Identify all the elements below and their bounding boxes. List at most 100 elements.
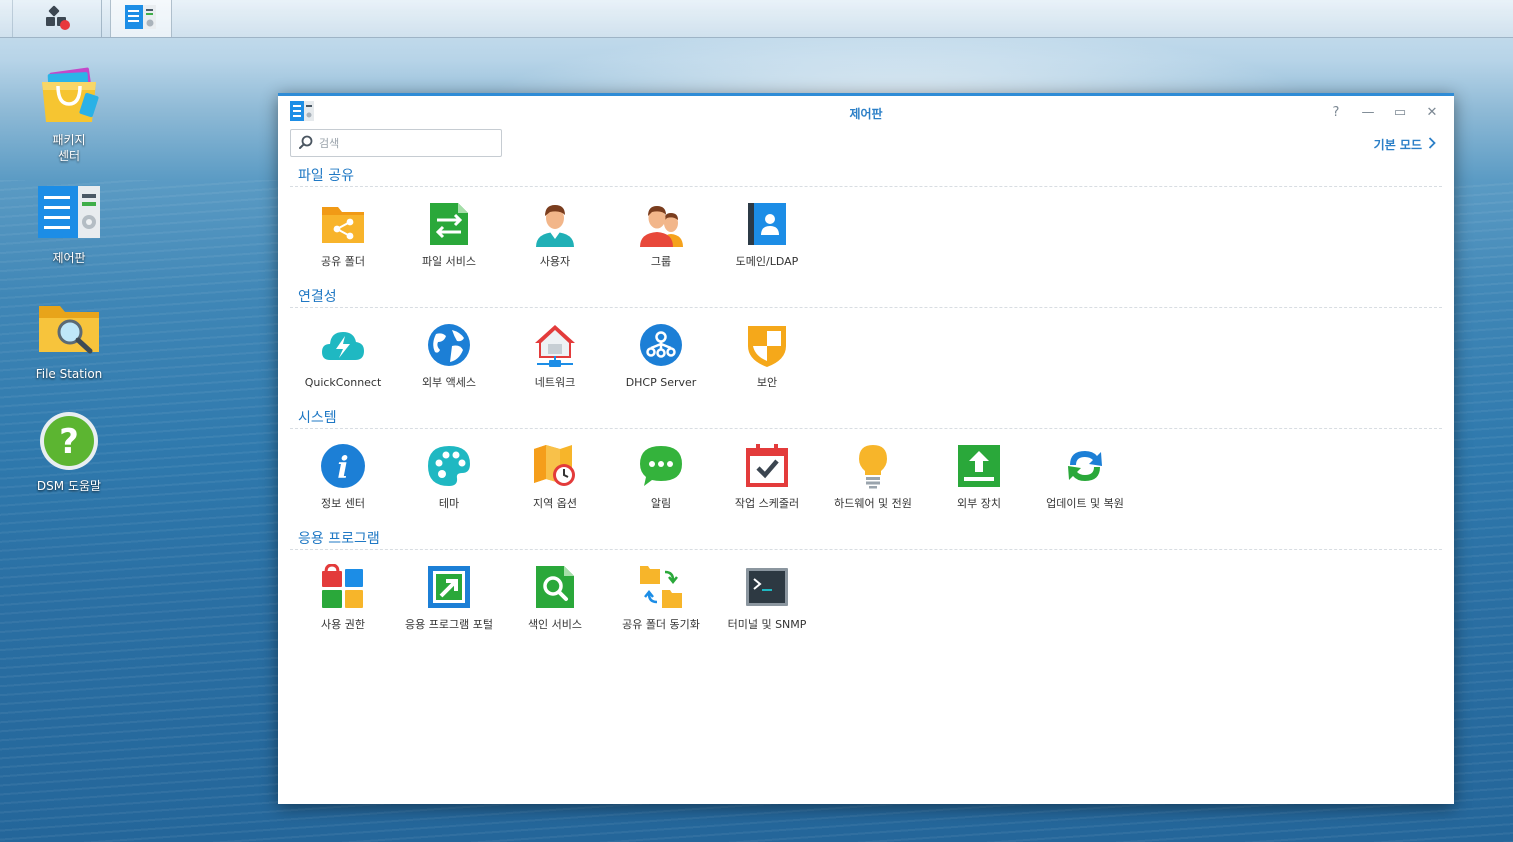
taskbar-control-panel-button[interactable] [110,0,172,37]
minimize-button[interactable]: — [1358,102,1378,122]
section-title: 파일 공유 [290,167,1442,187]
item-label: 색인 서비스 [527,618,583,631]
task-scheduler-icon [714,443,820,489]
item-label: DHCP Server [625,376,697,389]
item-label: 외부 장치 [957,497,1001,510]
item-label: 공유 폴더 동기화 [622,618,700,631]
control-panel-icon [36,182,102,248]
application-portal-icon [396,564,502,610]
maximize-button[interactable]: ▭ [1390,102,1410,122]
item-label: 네트워크 [534,376,576,389]
regional-options-icon [502,443,608,489]
application-portal-item[interactable]: 응용 프로그램 포털 [396,564,502,632]
desktop-package-center[interactable]: 패키지 센터 [14,64,124,164]
shared-folder-icon [290,201,396,247]
close-button[interactable]: ✕ [1422,102,1442,122]
control-panel-window: 제어판 ? — ▭ ✕ 기본 모드 파일 공유 [278,93,1454,804]
item-label: QuickConnect [304,376,382,389]
basic-mode-label: 기본 모드 [1373,138,1422,152]
search-icon [299,134,313,153]
file-station-icon [36,298,102,364]
item-label: 외부 액세스 [421,376,477,389]
dhcp-server-item[interactable]: DHCP Server [608,322,714,390]
close-icon: ✕ [1426,104,1438,120]
network-item[interactable]: 네트워크 [502,322,608,390]
item-label: 파일 서비스 [421,255,477,268]
section-title: 응용 프로그램 [290,530,1442,550]
svg-text:?: ? [59,422,79,462]
taskbar [0,0,1513,38]
indexing-service-icon [502,564,608,610]
section-file-sharing: 파일 공유 공유 폴더 파일 서비스 사용자 그룹 도메인/LDAP [290,167,1442,288]
minimize-icon: — [1361,104,1375,120]
hardware-power-icon [820,443,926,489]
external-devices-item[interactable]: 외부 장치 [926,443,1032,511]
indexing-service-item[interactable]: 색인 서비스 [502,564,608,632]
help-button[interactable]: ? [1326,102,1346,122]
help-icon: ? [36,410,102,476]
privileges-item[interactable]: 사용 권한 [290,564,396,632]
item-label: 보안 [756,376,778,389]
desktop-label: 패키지 센터 [52,133,86,163]
shared-folder-sync-icon [608,564,714,610]
group-item[interactable]: 그룹 [608,201,714,269]
item-label: 알림 [650,497,672,510]
main-menu-icon [44,4,70,34]
window-controls: ? — ▭ ✕ [1326,102,1442,122]
theme-item[interactable]: 테마 [396,443,502,511]
group-icon [608,201,714,247]
item-label: 터미널 및 SNMP [727,618,807,631]
window-titlebar[interactable]: 제어판 ? — ▭ ✕ [278,96,1454,128]
item-label: 공유 폴더 [321,255,365,268]
section-title: 시스템 [290,409,1442,429]
notification-item[interactable]: 알림 [608,443,714,511]
item-label: 사용자 [539,255,571,268]
section-title: 연결성 [290,288,1442,308]
item-label: 그룹 [650,255,672,268]
desktop-control-panel[interactable]: 제어판 [14,182,124,266]
update-restore-icon [1032,443,1138,489]
quickconnect-icon [290,322,396,368]
search-input[interactable] [319,136,489,150]
security-item[interactable]: 보안 [714,322,820,390]
user-item[interactable]: 사용자 [502,201,608,269]
basic-mode-link[interactable]: 기본 모드 [1374,136,1436,153]
info-center-icon: i [290,443,396,489]
desktop-dsm-help[interactable]: ? DSM 도움말 [14,410,124,494]
security-icon [714,322,820,368]
domain-ldap-item[interactable]: 도메인/LDAP [714,201,820,269]
help-icon: ? [1332,104,1340,120]
info-center-item[interactable]: i 정보 센터 [290,443,396,511]
control-panel-icon [124,3,158,35]
dhcp-server-icon [608,322,714,368]
theme-icon [396,443,502,489]
package-center-icon [36,64,102,130]
item-label: 하드웨어 및 전원 [834,497,912,510]
desktop-file-station[interactable]: File Station [14,298,124,382]
regional-options-item[interactable]: 지역 옵션 [502,443,608,511]
item-label: 도메인/LDAP [735,255,799,268]
file-services-item[interactable]: 파일 서비스 [396,201,502,269]
network-icon [502,322,608,368]
shared-folder-sync-item[interactable]: 공유 폴더 동기화 [608,564,714,632]
desktop-label: File Station [35,367,103,381]
update-restore-item[interactable]: 업데이트 및 복원 [1032,443,1138,511]
svg-text:i: i [337,451,348,486]
privileges-icon [290,564,396,610]
section-applications: 응용 프로그램 사용 권한 응용 프로그램 포털 색인 서비스 공유 폴더 동기… [290,530,1442,651]
task-scheduler-item[interactable]: 작업 스케줄러 [714,443,820,511]
chevron-right-icon [1428,137,1436,152]
item-label: 지역 옵션 [533,497,577,510]
terminal-snmp-item[interactable]: 터미널 및 SNMP [714,564,820,632]
main-menu-button[interactable] [12,0,102,37]
hardware-power-item[interactable]: 하드웨어 및 전원 [820,443,926,511]
external-access-icon [396,322,502,368]
shared-folder-item[interactable]: 공유 폴더 [290,201,396,269]
section-connectivity: 연결성 QuickConnect 외부 액세스 네트워크 DHCP Server… [290,288,1442,409]
quickconnect-item[interactable]: QuickConnect [290,322,396,390]
item-label: 업데이트 및 복원 [1046,497,1124,510]
window-title: 제어판 [849,107,883,121]
search-box [290,129,502,157]
item-label: 정보 센터 [321,497,365,510]
external-access-item[interactable]: 외부 액세스 [396,322,502,390]
